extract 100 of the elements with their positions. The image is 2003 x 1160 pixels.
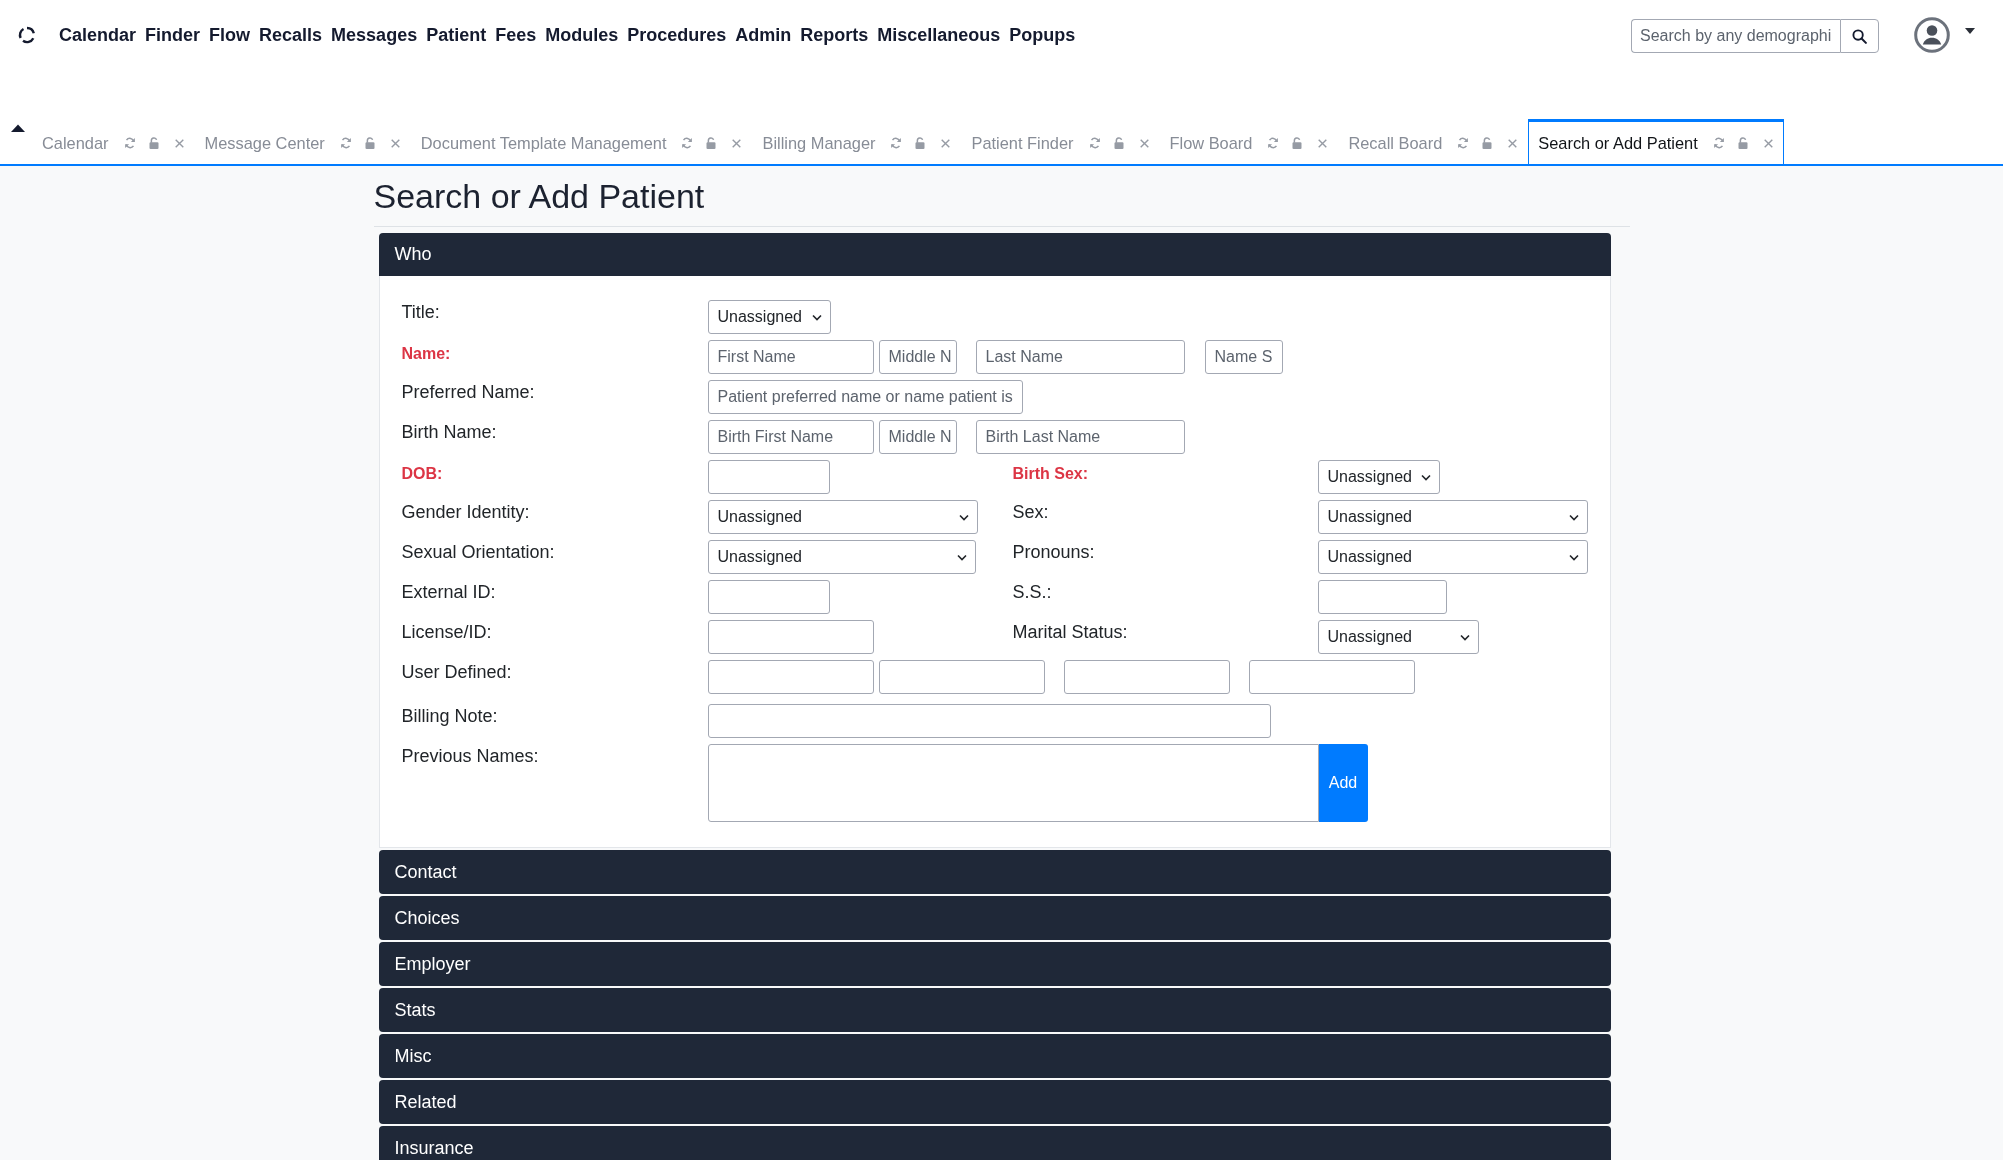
caret-down-icon[interactable] <box>1965 28 1975 34</box>
chevron-down-icon <box>1568 553 1579 561</box>
refresh-icon[interactable] <box>1712 137 1725 149</box>
close-icon[interactable] <box>174 138 184 148</box>
nav-menu-item[interactable]: Patient <box>426 24 487 46</box>
close-icon[interactable] <box>1508 138 1518 148</box>
broken-ring-icon[interactable] <box>17 25 37 45</box>
nav-menu-item[interactable]: Finder <box>145 24 201 46</box>
nav-menu-item[interactable]: Procedures <box>627 24 727 46</box>
nav-menu-item[interactable]: Calendar <box>59 24 137 46</box>
input-field[interactable]: Patient preferred name or name patient is <box>707 380 1023 414</box>
dropdown[interactable]: Unassigned <box>1317 460 1440 494</box>
section-header[interactable]: Related <box>378 1080 1611 1124</box>
field-label: Gender Identity: <box>401 502 530 523</box>
refresh-icon[interactable] <box>681 137 694 149</box>
section-header[interactable]: Who <box>378 233 1611 276</box>
refresh-icon[interactable] <box>339 137 352 149</box>
refresh-icon[interactable] <box>123 137 136 149</box>
input-field[interactable]: Middle N <box>878 420 957 454</box>
field-label: Name: <box>401 344 451 364</box>
field-label: License/ID: <box>401 622 492 643</box>
close-icon[interactable] <box>390 138 400 148</box>
caret-up-icon[interactable] <box>11 124 25 132</box>
close-icon[interactable] <box>941 138 951 148</box>
search-button[interactable] <box>1840 19 1879 53</box>
dropdown[interactable]: Unassigned <box>1317 540 1588 574</box>
nav-menu-item[interactable]: Admin <box>735 24 792 46</box>
refresh-icon[interactable] <box>1088 137 1101 149</box>
field-label: Pronouns: <box>1012 542 1095 563</box>
input-field[interactable] <box>878 660 1045 694</box>
input-field[interactable]: Birth First Name <box>707 420 874 454</box>
nav-menu-item[interactable]: Recalls <box>259 24 323 46</box>
tab[interactable]: Calendar <box>32 119 195 164</box>
field-label: Sex: <box>1012 502 1049 523</box>
text-area-field[interactable] <box>707 744 1319 822</box>
close-icon[interactable] <box>1139 138 1149 148</box>
input-field[interactable]: First Name <box>707 340 874 374</box>
section-header[interactable]: Stats <box>378 988 1611 1032</box>
add-button[interactable]: Add <box>1318 744 1368 822</box>
input-field[interactable] <box>1063 660 1230 694</box>
search-icon <box>1852 28 1867 44</box>
chevron-down-icon <box>1420 473 1431 481</box>
open-padlock-icon[interactable] <box>1291 137 1304 149</box>
input-field[interactable] <box>707 460 830 494</box>
close-icon[interactable] <box>732 138 742 148</box>
section-header[interactable]: Insurance <box>378 1126 1611 1160</box>
search-field[interactable]: Search by any demographi <box>1631 19 1840 53</box>
field-label: Title: <box>401 302 440 323</box>
close-icon[interactable] <box>1318 138 1328 148</box>
input-field[interactable] <box>707 704 1271 738</box>
field-label: Marital Status: <box>1012 622 1128 643</box>
field-label: Previous Names: <box>401 746 539 767</box>
open-padlock-icon[interactable] <box>705 137 718 149</box>
dropdown[interactable]: Unassigned <box>1317 620 1479 654</box>
section-header[interactable]: Misc <box>378 1034 1611 1078</box>
dropdown[interactable]: Unassigned <box>707 540 976 574</box>
input-field[interactable] <box>707 580 830 614</box>
section-header[interactable]: Choices <box>378 896 1611 940</box>
user-avatar-icon[interactable] <box>1914 17 1950 53</box>
input-field[interactable]: Name S <box>1204 340 1283 374</box>
chevron-down-icon <box>811 313 822 321</box>
nav-menu-item[interactable]: Fees <box>495 24 537 46</box>
chevron-down-icon <box>956 553 967 561</box>
input-field[interactable]: Middle N <box>878 340 957 374</box>
input-field[interactable] <box>707 620 874 654</box>
close-icon[interactable] <box>1763 138 1773 148</box>
input-field[interactable] <box>707 660 874 694</box>
section-header[interactable]: Employer <box>378 942 1611 986</box>
nav-menu-item[interactable]: Miscellaneous <box>877 24 1001 46</box>
open-padlock-icon[interactable] <box>914 137 927 149</box>
nav-menu-item[interactable]: Messages <box>331 24 418 46</box>
tab[interactable]: Search or Add Patient <box>1528 119 1784 164</box>
field-label: DOB: <box>401 464 443 484</box>
nav-menu-item[interactable]: Modules <box>545 24 619 46</box>
input-field[interactable]: Last Name <box>975 340 1185 374</box>
field-label: Billing Note: <box>401 706 498 727</box>
input-field[interactable]: Birth Last Name <box>975 420 1185 454</box>
open-padlock-icon[interactable] <box>1481 137 1494 149</box>
section-header[interactable]: Contact <box>378 850 1611 894</box>
dropdown[interactable]: Unassigned <box>707 300 831 334</box>
refresh-icon[interactable] <box>1457 137 1470 149</box>
chevron-down-icon <box>958 513 969 521</box>
field-label: S.S.: <box>1012 582 1052 603</box>
dropdown[interactable]: Unassigned <box>1317 500 1588 534</box>
open-padlock-icon[interactable] <box>1736 137 1749 149</box>
refresh-icon[interactable] <box>1267 137 1280 149</box>
refresh-icon[interactable] <box>890 137 903 149</box>
dropdown[interactable]: Unassigned <box>707 500 978 534</box>
tab[interactable]: Message Center <box>194 119 411 164</box>
nav-menu-item[interactable]: Reports <box>800 24 869 46</box>
input-field[interactable] <box>1317 580 1447 614</box>
tab[interactable]: Patient Finder <box>961 119 1160 164</box>
open-padlock-icon[interactable] <box>1112 137 1125 149</box>
field-label: User Defined: <box>401 662 512 683</box>
field-label: Birth Sex: <box>1012 464 1089 484</box>
open-padlock-icon[interactable] <box>363 137 376 149</box>
open-padlock-icon[interactable] <box>147 137 160 149</box>
nav-menu-item[interactable]: Flow <box>209 24 251 46</box>
input-field[interactable] <box>1248 660 1415 694</box>
nav-menu-item[interactable]: Popups <box>1009 24 1076 46</box>
